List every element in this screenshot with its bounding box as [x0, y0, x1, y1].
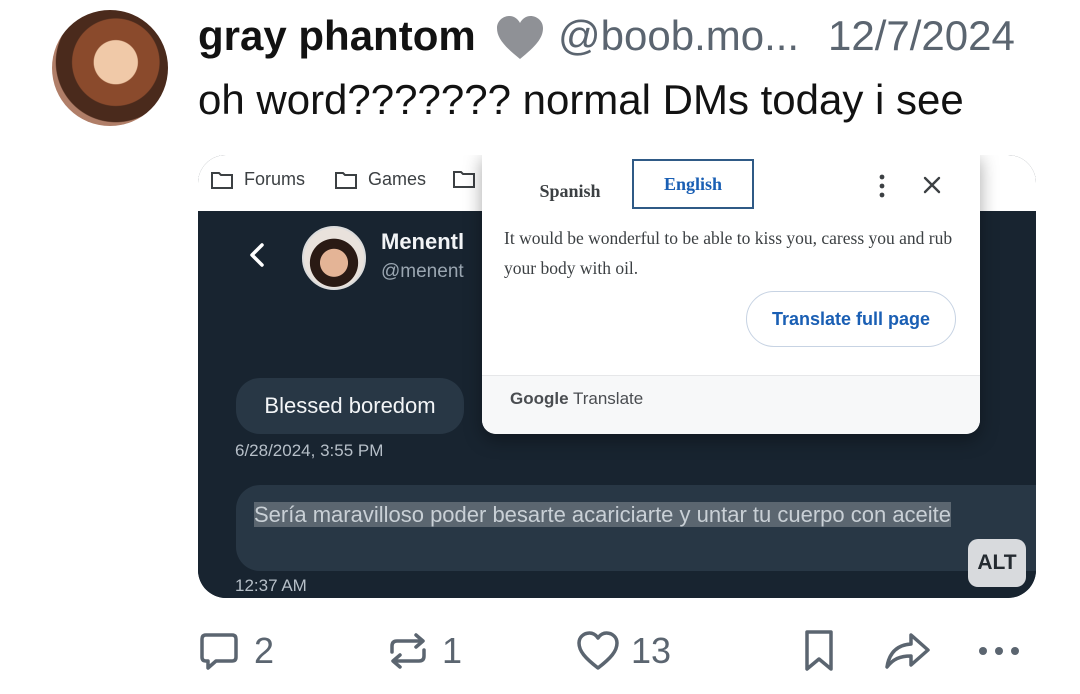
bookmark-forums: Forums [210, 169, 305, 190]
like-count: 13 [631, 630, 672, 671]
folder-icon [335, 171, 357, 189]
contact-handle: @menent [381, 261, 464, 282]
translated-text: It would be wonderful to be able to kiss… [504, 228, 953, 278]
reply-button[interactable]: 2 [198, 630, 274, 672]
brand-rest: Translate [568, 389, 644, 408]
tab-target-language: English [632, 159, 754, 209]
tab-source-language: Spanish [539, 181, 601, 201]
selected-text: Sería maravilloso poder besarte acaricia… [254, 502, 952, 527]
bookmark-games: Games [334, 169, 426, 190]
author-avatar[interactable] [52, 10, 168, 126]
folder-icon [453, 171, 475, 188]
repost-button[interactable]: 1 [386, 630, 462, 672]
author-handle[interactable]: @boob.mo... [558, 12, 799, 60]
bookmark-button[interactable] [800, 628, 838, 674]
reply-icon [200, 633, 238, 670]
brand-bold: Google [510, 389, 569, 408]
reply-count: 2 [254, 630, 275, 671]
post-text: oh word??????? normal DMs today i see [198, 76, 964, 123]
heart-icon [497, 16, 543, 59]
more-options-button[interactable] [975, 636, 1023, 666]
translate-popup: Spanish English It would be wonderful to… [482, 155, 980, 434]
alt-text-badge[interactable]: ALT [968, 539, 1026, 587]
contact-name: Menentl [381, 229, 465, 254]
more-horizontal-icon [979, 647, 1019, 655]
bookmark-folder [452, 169, 486, 189]
author-display-name[interactable]: gray phantom [198, 12, 476, 60]
back-icon [250, 243, 264, 267]
translate-full-page-button: Translate full page [746, 291, 956, 347]
google-translate-brand: Google Translate [510, 389, 643, 409]
embedded-screenshot[interactable]: Forums Games Menentl @menent Blessed bor… [198, 155, 1036, 598]
repost-icon [390, 633, 426, 669]
share-button[interactable] [883, 630, 933, 672]
repost-count: 1 [442, 630, 463, 671]
bookmark-label: Forums [244, 169, 306, 189]
folder-icon [211, 171, 233, 189]
like-button[interactable]: 13 [575, 630, 671, 672]
like-icon [577, 631, 619, 670]
bookmark-icon [805, 630, 833, 671]
more-vertical-icon [879, 174, 885, 198]
message-bubble: Blessed boredom [236, 378, 464, 434]
close-icon [923, 176, 941, 194]
post-timestamp[interactable]: 12/7/2024 [828, 12, 1015, 60]
contact-avatar [302, 226, 366, 290]
message-time: 12:37 AM [235, 576, 307, 595]
message-text: Sería maravilloso poder besarte acaricia… [254, 499, 1014, 530]
message-time: 6/28/2024, 3:55 PM [235, 441, 384, 460]
share-icon [885, 633, 930, 669]
bookmark-label: Games [368, 169, 427, 189]
